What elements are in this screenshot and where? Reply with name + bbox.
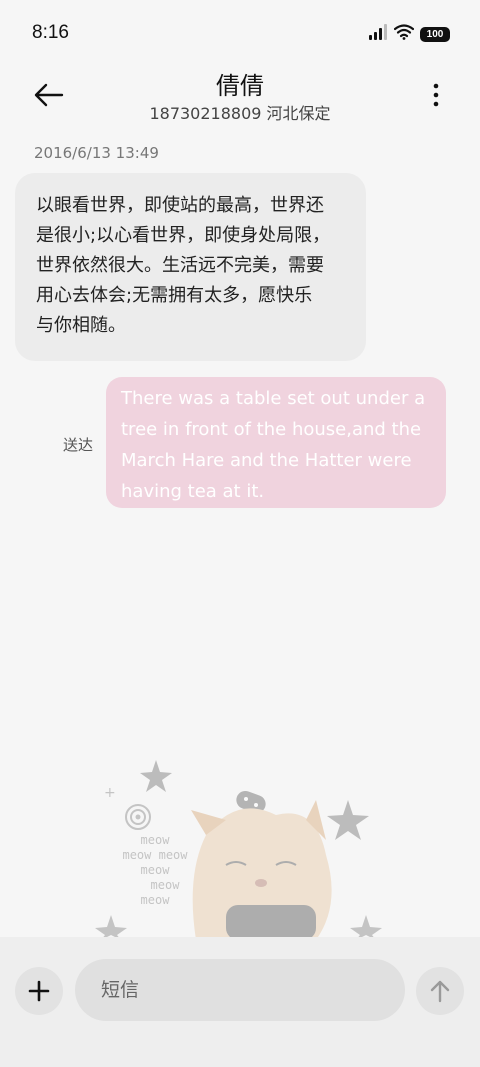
signal-icon xyxy=(368,24,388,44)
status-icons: 100 xyxy=(368,24,450,44)
message-line: 以眼看世界，即使站的最高，世界还 xyxy=(36,195,324,216)
sticker-text: meow xyxy=(140,893,170,907)
delivery-status: 送达 xyxy=(63,436,94,454)
plus-icon xyxy=(28,980,50,1002)
sticker-text: meow xyxy=(140,833,170,847)
sticker-text: meow meow xyxy=(122,848,188,862)
message-line: There was a table set out under a xyxy=(121,388,426,409)
message-input[interactable] xyxy=(75,959,405,1021)
status-bar: 8:16 100 xyxy=(0,0,480,66)
more-options-button[interactable] xyxy=(428,78,444,112)
sticker-text: meow xyxy=(140,863,170,877)
status-time: 8:16 xyxy=(32,22,69,43)
incoming-message-bubble[interactable]: 以眼看世界，即使站的最高，世界还 是很小;以心看世界，即使身处局限， 世界依然很… xyxy=(15,173,366,361)
wifi-icon xyxy=(393,24,415,44)
contact-number-location: 18730218809 河北保定 xyxy=(149,104,331,123)
send-button[interactable] xyxy=(416,967,464,1015)
arrow-up-icon xyxy=(430,980,450,1003)
more-vertical-icon xyxy=(433,83,439,107)
outgoing-message-bubble[interactable]: There was a table set out under a tree i… xyxy=(106,377,446,508)
conversation-header: 倩倩 18730218809 河北保定 xyxy=(0,66,480,132)
svg-text:+: + xyxy=(104,785,116,801)
add-attachment-button[interactable] xyxy=(15,967,63,1015)
message-line: 与你相随。 xyxy=(36,315,126,336)
message-timestamp: 2016/6/13 13:49 xyxy=(34,144,159,162)
message-line: having tea at it. xyxy=(121,481,265,502)
message-line: tree in front of the house,and the xyxy=(121,419,422,440)
battery-icon: 100 xyxy=(420,26,450,42)
composer-bar xyxy=(0,937,480,1067)
sticker-text: meow xyxy=(150,878,180,892)
contact-name: 倩倩 xyxy=(216,72,264,100)
message-line: 是很小;以心看世界，即使身处局限， xyxy=(36,225,331,246)
message-line: March Hare and the Hatter were xyxy=(121,450,412,471)
star-icon xyxy=(327,800,369,840)
star-icon xyxy=(140,760,172,792)
message-line: 世界依然很大。生活远不完美，需要 xyxy=(36,255,324,276)
cat-sticker-decoration: + meow meow meow meow meow meow xyxy=(76,755,386,940)
message-line: 用心去体会;无需拥有太多，愿快乐 xyxy=(36,285,313,306)
